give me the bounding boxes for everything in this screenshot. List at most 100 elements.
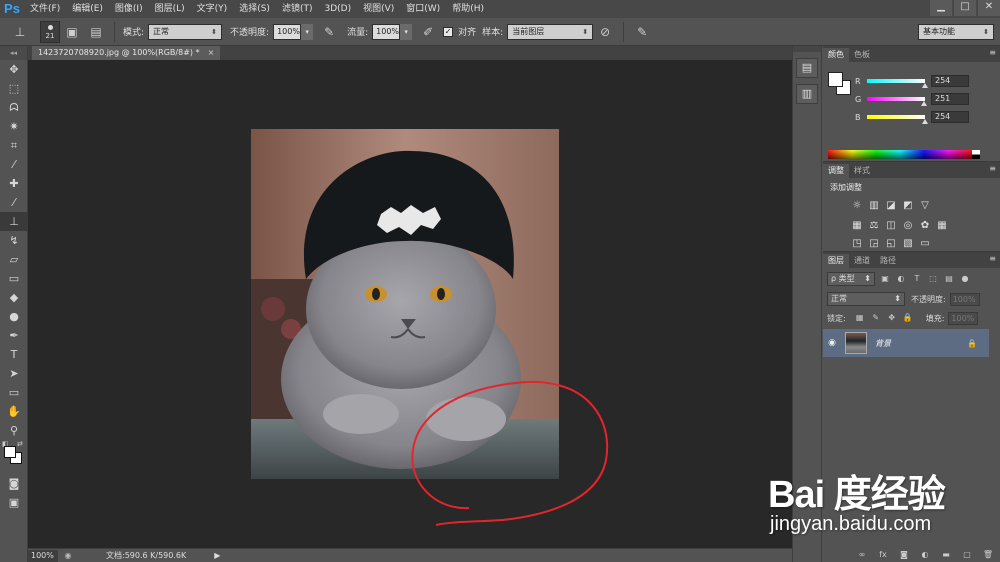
dodge-tool-icon[interactable]: ● <box>0 307 28 326</box>
flow-input[interactable]: 100% <box>372 23 401 40</box>
path-selection-tool-icon[interactable]: ➤ <box>0 364 28 383</box>
tab-styles[interactable]: 样式 <box>849 164 875 178</box>
menu-select[interactable]: 选择(S) <box>233 0 276 18</box>
levels-icon[interactable]: ▥ <box>868 200 880 212</box>
black-white-icon[interactable]: ◫ <box>885 220 897 232</box>
fill-input[interactable]: 100% <box>948 311 979 325</box>
marquee-tool-icon[interactable]: ⬚ <box>0 79 28 98</box>
photo-filter-icon[interactable]: ◎ <box>902 220 914 232</box>
red-value-input[interactable]: 254 <box>931 75 969 87</box>
vibrance-icon[interactable]: ▽ <box>919 200 931 212</box>
tab-channels[interactable]: 通道 <box>849 254 875 268</box>
smart-object-filter-icon[interactable]: ▤ <box>943 273 955 285</box>
flow-dropdown-icon[interactable]: ▾ <box>400 23 413 40</box>
lasso-tool-icon[interactable]: ᗣ <box>0 98 28 117</box>
history-panel-icon[interactable]: ▤ <box>796 58 818 78</box>
selective-color-icon[interactable]: ▧ <box>902 238 914 250</box>
document-tab[interactable]: 1423720708920.jpg @ 100%(RGB/8#) * × <box>32 46 221 60</box>
foreground-color-swatch[interactable] <box>828 72 843 87</box>
layer-filter-kind-select[interactable]: ρ 类型 ⬍ <box>827 272 875 286</box>
canvas-area[interactable] <box>28 60 792 548</box>
slider-thumb[interactable] <box>921 83 928 88</box>
rectangle-tool-icon[interactable]: ▭ <box>0 383 28 402</box>
slider-thumb[interactable] <box>921 101 928 106</box>
color-lookup-icon[interactable]: ▦ <box>936 220 948 232</box>
lock-position-icon[interactable]: ✥ <box>886 312 898 324</box>
mode-select[interactable]: 正常 ⬍ <box>148 23 223 40</box>
menu-help[interactable]: 帮助(H) <box>446 0 490 18</box>
dock-grip[interactable] <box>793 46 821 52</box>
eye-icon[interactable]: ◉ <box>823 338 841 348</box>
foreground-color-swatch[interactable] <box>4 446 16 458</box>
tab-paths[interactable]: 路径 <box>875 254 901 268</box>
color-spectrum-ramp[interactable] <box>828 150 972 159</box>
panel-menu-icon[interactable]: ≡ <box>989 254 996 263</box>
healing-brush-tool-icon[interactable]: ✚ <box>0 174 28 193</box>
blue-value-input[interactable]: 254 <box>931 111 969 123</box>
filter-toggle-icon[interactable]: ● <box>959 273 971 285</box>
status-info-icon[interactable]: ◉ <box>62 550 74 562</box>
menu-view[interactable]: 视图(V) <box>357 0 400 18</box>
green-slider[interactable] <box>867 97 928 106</box>
menu-3d[interactable]: 3D(D) <box>318 0 357 18</box>
tab-color[interactable]: 颜色 <box>823 48 849 62</box>
quick-mask-icon[interactable]: ◙ <box>0 474 28 493</box>
layer-name[interactable]: 背景 <box>875 338 891 349</box>
pressure-opacity-icon[interactable]: ✎ <box>320 23 338 41</box>
threshold-icon[interactable]: ◱ <box>885 238 897 250</box>
clone-stamp-tool-icon[interactable]: ⊥ <box>0 212 28 231</box>
move-tool-icon[interactable]: ✥ <box>0 60 28 79</box>
blue-slider[interactable] <box>867 115 928 124</box>
lock-pixels-icon[interactable]: ✎ <box>870 312 882 324</box>
brush-preset-picker[interactable]: 21 <box>40 20 60 43</box>
new-layer-icon[interactable]: ▢ <box>961 550 973 560</box>
gradient-tool-icon[interactable]: ▭ <box>0 269 28 288</box>
opacity-dropdown-icon[interactable]: ▾ <box>301 23 314 40</box>
align-checkbox[interactable]: ✓ <box>443 26 454 37</box>
menu-layer[interactable]: 图层(L) <box>149 0 191 18</box>
brush-tool-icon[interactable]: ⁄ <box>0 193 28 212</box>
ignore-adjustment-layers-icon[interactable]: ⊘ <box>596 23 614 41</box>
menu-image[interactable]: 图像(I) <box>109 0 149 18</box>
layer-mask-icon[interactable]: ◙ <box>898 550 910 560</box>
menu-edit[interactable]: 编辑(E) <box>66 0 109 18</box>
adjustment-layer-icon[interactable]: ◐ <box>919 550 931 560</box>
green-value-input[interactable]: 251 <box>931 93 969 105</box>
layer-row-background[interactable]: ◉ 背景 🔒 <box>823 329 989 357</box>
menu-filter[interactable]: 滤镜(T) <box>276 0 319 18</box>
zoom-tool-icon[interactable]: ⚲ <box>0 421 28 440</box>
menu-type[interactable]: 文字(Y) <box>191 0 234 18</box>
history-brush-tool-icon[interactable]: ↯ <box>0 231 28 250</box>
channel-mixer-icon[interactable]: ✿ <box>919 220 931 232</box>
group-folder-icon[interactable]: ▬ <box>940 550 952 560</box>
lock-transparency-icon[interactable]: ▦ <box>854 312 866 324</box>
hand-tool-icon[interactable]: ✋ <box>0 402 28 421</box>
menu-file[interactable]: 文件(F) <box>24 0 66 18</box>
panel-menu-icon[interactable]: ≡ <box>989 48 996 57</box>
brush-panel-icon[interactable]: ▣ <box>63 23 81 41</box>
crop-tool-icon[interactable]: ⌗ <box>0 136 28 155</box>
clone-stamp-tool-icon[interactable]: ⊥ <box>11 23 29 41</box>
sample-select[interactable]: 当前图层 ⬍ <box>507 23 594 40</box>
screen-mode-icon[interactable]: ▣ <box>0 493 28 512</box>
maximize-button[interactable]: □ <box>954 0 976 16</box>
pen-tool-icon[interactable]: ✒ <box>0 326 28 345</box>
invert-icon[interactable]: ◳ <box>851 238 863 250</box>
pressure-size-icon[interactable]: ✎ <box>633 23 651 41</box>
eraser-tool-icon[interactable]: ▱ <box>0 250 28 269</box>
lock-all-icon[interactable]: 🔒 <box>902 312 914 324</box>
link-layers-icon[interactable]: ∞ <box>856 550 868 560</box>
delete-layer-icon[interactable]: 🗑 <box>982 550 994 560</box>
swap-colors-icon[interactable]: ⇄ <box>17 440 23 448</box>
posterize-icon[interactable]: ◲ <box>868 238 880 250</box>
menu-window[interactable]: 窗口(W) <box>400 0 446 18</box>
shape-filter-icon[interactable]: ⬚ <box>927 273 939 285</box>
red-slider[interactable] <box>867 79 928 88</box>
pixel-filter-icon[interactable]: ▣ <box>879 273 891 285</box>
properties-panel-icon[interactable]: ▥ <box>796 84 818 104</box>
slider-thumb[interactable] <box>921 119 928 124</box>
hue-saturation-icon[interactable]: ▦ <box>851 220 863 232</box>
tab-swatches[interactable]: 色板 <box>849 48 875 62</box>
layer-opacity-input[interactable]: 100% <box>949 292 980 306</box>
black-white-ramp[interactable] <box>972 150 980 159</box>
